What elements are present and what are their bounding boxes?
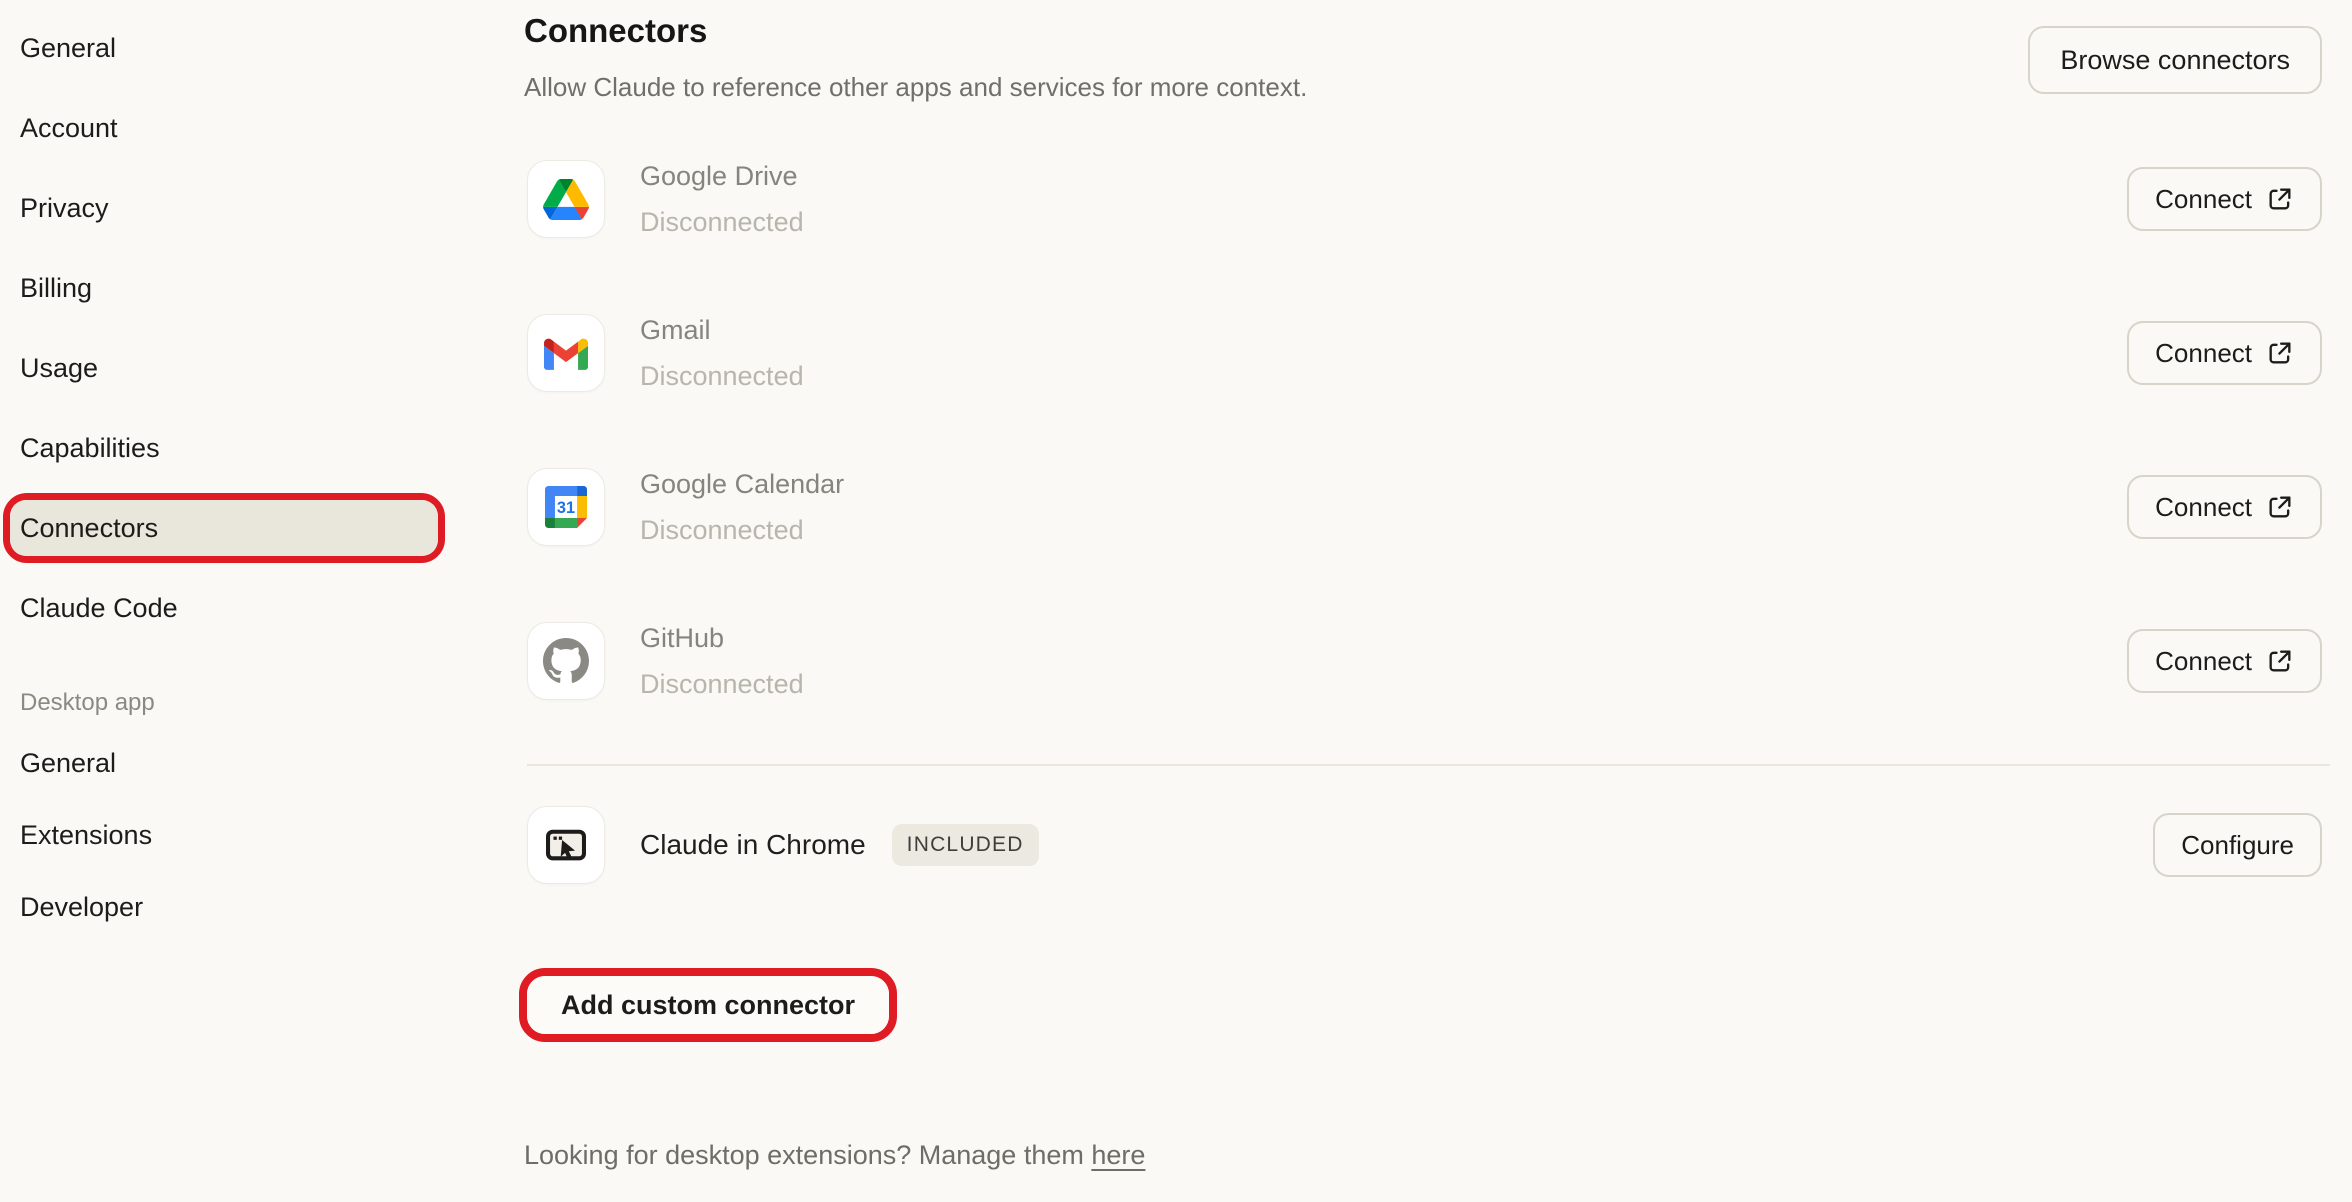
sidebar-item-desktop-developer[interactable]: Developer [0,877,470,937]
connector-name: Claude in Chrome [640,829,866,861]
connect-gmail-button[interactable]: Connect [2127,321,2322,385]
connector-info: Google Drive Disconnected [640,156,804,242]
external-link-icon [2266,493,2294,521]
connector-info: Google Calendar Disconnected [640,464,844,550]
connector-row-google-drive: Google Drive Disconnected Connect [527,160,2322,238]
connectors-annotation-ring: Connectors [3,493,445,563]
connector-row-gmail: Gmail Disconnected Connect [527,314,2322,392]
sidebar-item-usage[interactable]: Usage [0,338,470,398]
footer-text: Looking for desktop extensions? Manage t… [524,1140,1091,1170]
connect-label: Connect [2155,184,2252,215]
connect-label: Connect [2155,338,2252,369]
connector-name: GitHub [640,618,804,658]
configure-claude-in-chrome-button[interactable]: Configure [2153,813,2322,877]
connect-google-drive-button[interactable]: Connect [2127,167,2322,231]
sidebar-item-connectors-selected[interactable]: Connectors [10,500,438,556]
connector-status: Disconnected [640,356,804,396]
connector-status: Disconnected [640,664,804,704]
manage-extensions-link[interactable]: here [1091,1140,1145,1170]
page-title: Connectors [524,12,707,50]
google-calendar-icon: 31 [527,468,605,546]
connector-name: Gmail [640,310,804,350]
sidebar-section-desktop-app: Desktop app [0,673,470,733]
sidebar-item-desktop-general[interactable]: General [0,733,470,793]
connector-row-google-calendar: 31 Google Calendar Disconnected Connect [527,468,2322,546]
connect-label: Connect [2155,492,2252,523]
claude-in-chrome-icon [527,806,605,884]
connector-info: GitHub Disconnected [640,618,804,704]
section-divider [527,764,2330,766]
settings-sidebar: General Account Privacy Billing Usage Ca… [0,0,470,949]
connect-label: Connect [2155,646,2252,677]
gmail-icon [527,314,605,392]
add-custom-connector-button[interactable]: Add custom connector [527,976,889,1034]
connector-row-claude-in-chrome: Claude in Chrome INCLUDED Configure [527,806,2322,884]
connector-info: Claude in Chrome INCLUDED [640,824,1039,866]
svg-text:31: 31 [557,499,575,517]
external-link-icon [2266,339,2294,367]
sidebar-item-capabilities[interactable]: Capabilities [0,418,470,478]
sidebar-item-account[interactable]: Account [0,98,470,158]
sidebar-item-claude-code[interactable]: Claude Code [0,578,470,638]
github-icon [527,622,605,700]
connect-google-calendar-button[interactable]: Connect [2127,475,2322,539]
add-custom-annotation-ring: Add custom connector [519,968,897,1042]
sidebar-item-billing[interactable]: Billing [0,258,470,318]
connector-row-github: GitHub Disconnected Connect [527,622,2322,700]
connector-info: Gmail Disconnected [640,310,804,396]
browse-connectors-label: Browse connectors [2060,45,2290,76]
google-drive-icon [527,160,605,238]
sidebar-item-general[interactable]: General [0,18,470,78]
included-badge: INCLUDED [892,824,1039,866]
sidebar-item-privacy[interactable]: Privacy [0,178,470,238]
browse-connectors-button[interactable]: Browse connectors [2028,26,2322,94]
connector-name: Google Drive [640,156,804,196]
external-link-icon [2266,647,2294,675]
desktop-extensions-note: Looking for desktop extensions? Manage t… [524,1140,1145,1171]
connector-name: Google Calendar [640,464,844,504]
settings-page: General Account Privacy Billing Usage Ca… [0,0,2352,1202]
external-link-icon [2266,185,2294,213]
sidebar-item-desktop-extensions[interactable]: Extensions [0,805,470,865]
connector-status: Disconnected [640,202,804,242]
configure-label: Configure [2181,830,2294,861]
connect-github-button[interactable]: Connect [2127,629,2322,693]
page-subtitle: Allow Claude to reference other apps and… [524,72,1307,103]
connector-status: Disconnected [640,510,844,550]
